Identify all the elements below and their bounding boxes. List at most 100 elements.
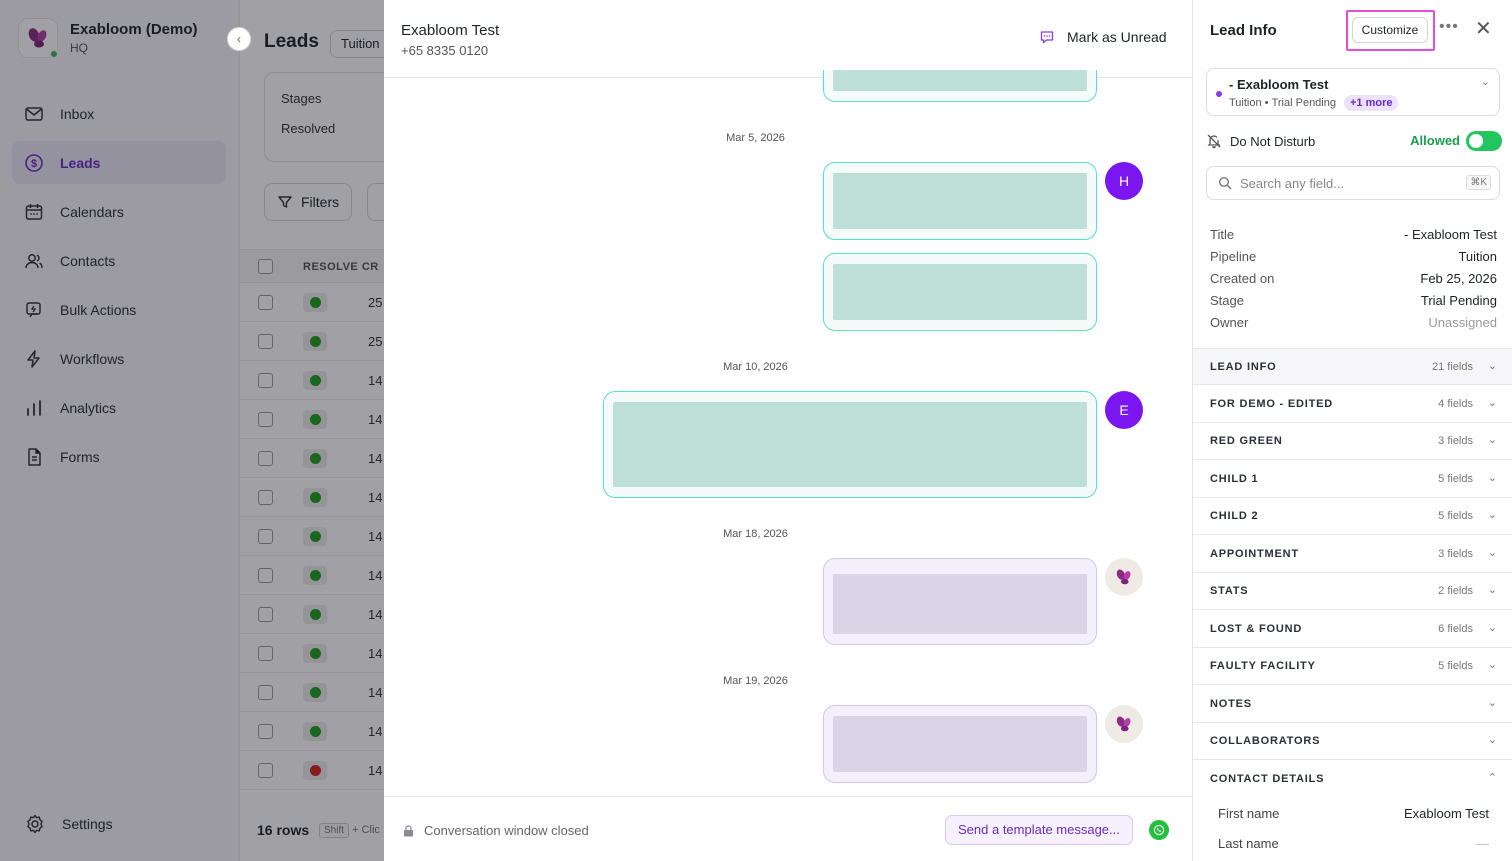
chevron-down-icon: ⌄ [1487, 696, 1497, 709]
conversation-footer: Conversation window closed Send a templa… [384, 796, 1192, 861]
section-for-demo-edited[interactable]: FOR DEMO - EDITED 4 fields ⌄ [1193, 386, 1512, 423]
section-title: STATS [1210, 585, 1249, 597]
field-row[interactable]: Owner Unassigned [1210, 315, 1497, 335]
field-value: - Exabloom Test [1404, 227, 1497, 242]
section-contact-details[interactable]: CONTACT DETAILS ⌃ [1193, 761, 1512, 798]
close-icon[interactable]: ✕ [1475, 16, 1492, 41]
section-title: CHILD 2 [1210, 510, 1259, 522]
mark-as-unread-button[interactable]: Mark as Unread [1039, 29, 1167, 45]
conversation-closed-note: Conversation window closed [403, 823, 589, 838]
contact-phone: +65 8335 0120 [401, 43, 489, 58]
field-row[interactable]: Stage Trial Pending [1210, 293, 1497, 313]
section-appointment[interactable]: APPOINTMENT 3 fields ⌄ [1193, 536, 1512, 573]
field-label: Last name [1218, 836, 1279, 851]
field-value: Trial Pending [1420, 293, 1497, 308]
phone-icon [1153, 824, 1165, 836]
field-row[interactable]: Pipeline Tuition [1210, 249, 1497, 269]
chevron-down-icon: ⌄ [1487, 621, 1497, 634]
chevron-up-icon: ⌃ [1487, 771, 1497, 784]
dnd-toggle[interactable] [1466, 131, 1502, 151]
field-value: Unassigned [1428, 315, 1497, 330]
conversation-panel: Exabloom Test +65 8335 0120 Mark as Unre… [384, 0, 1192, 861]
field-label: Title [1210, 227, 1235, 242]
chevron-down-icon: ⌄ [1487, 509, 1497, 521]
chevron-down-icon: ⌄ [1487, 434, 1497, 446]
message-bubble[interactable] [823, 162, 1097, 240]
lead-subtitle: Tuition • Trial Pending +1 more [1229, 95, 1399, 111]
section-title: COLLABORATORS [1210, 735, 1321, 747]
field-label: Created on [1210, 271, 1275, 286]
section-stats[interactable]: STATS 2 fields ⌄ [1193, 573, 1512, 610]
chevron-left-icon: ‹ [237, 32, 241, 46]
section-title: RED GREEN [1210, 435, 1283, 447]
contact-field-row[interactable]: First name Exabloom Test [1218, 806, 1489, 826]
field-value: — [1476, 836, 1489, 851]
chevron-down-icon: ⌄ [1487, 584, 1497, 596]
more-options-icon[interactable]: ••• [1439, 18, 1459, 36]
sender-avatar: E [1105, 391, 1143, 429]
dnd-label: Do Not Disturb [1230, 133, 1316, 149]
contact-field-row[interactable]: Last name — [1218, 836, 1489, 856]
do-not-disturb-row: Do Not Disturb Allowed [1206, 128, 1502, 154]
search-input[interactable] [1240, 175, 1450, 191]
field-value: Tuition [1458, 249, 1497, 264]
section-title: CHILD 1 [1210, 472, 1259, 485]
message-bubble[interactable] [823, 705, 1097, 783]
chat-bubble-icon [1040, 31, 1054, 44]
section-lead-info[interactable]: LEAD INFO 21 fields ⌄ [1193, 348, 1512, 385]
section-title: APPOINTMENT [1210, 547, 1299, 560]
section-field-count: 5 fields [1438, 510, 1473, 522]
business-avatar [1105, 705, 1143, 743]
section-title: FAULTY FACILITY [1210, 660, 1316, 672]
section-lost-found[interactable]: LOST & FOUND 6 fields ⌄ [1193, 611, 1512, 648]
business-avatar [1105, 558, 1143, 596]
message-bubble[interactable] [603, 391, 1097, 498]
lead-dot [1216, 91, 1222, 97]
section-child-1[interactable]: CHILD 1 5 fields ⌄ [1193, 461, 1512, 498]
message-bubble[interactable] [823, 558, 1097, 645]
section-notes[interactable]: NOTES ⌄ [1193, 686, 1512, 723]
dnd-status: Allowed [1410, 133, 1460, 148]
more-leads-badge[interactable]: +1 more [1343, 95, 1399, 111]
collapse-sidebar-button[interactable]: ‹ [227, 27, 251, 51]
section-field-count: 6 fields [1438, 622, 1473, 635]
chevron-down-icon: ⌄ [1487, 360, 1497, 372]
section-title: FOR DEMO - EDITED [1210, 397, 1333, 410]
field-value: Feb 25, 2026 [1420, 271, 1497, 286]
conversation-header: Exabloom Test +65 8335 0120 Mark as Unre… [384, 0, 1192, 78]
bell-off-icon [1207, 134, 1221, 149]
section-field-count: 5 fields [1438, 472, 1473, 485]
search-shortcut: ⌘K [1466, 175, 1491, 190]
section-faulty-facility[interactable]: FAULTY FACILITY 5 fields ⌄ [1193, 648, 1512, 685]
date-separator: Mar 19, 2026 [723, 675, 788, 687]
field-label: First name [1218, 806, 1280, 821]
section-field-count: 5 fields [1438, 660, 1473, 672]
field-row[interactable]: Title - Exabloom Test [1210, 227, 1497, 247]
lead-selector[interactable]: - Exabloom Test Tuition • Trial Pending … [1206, 68, 1500, 116]
send-template-button[interactable]: Send a template message... [945, 815, 1133, 845]
field-search[interactable]: ⌘K [1206, 166, 1500, 200]
message-bubble[interactable] [823, 70, 1097, 102]
exabloom-logo-icon [1116, 569, 1131, 585]
customize-button[interactable]: Customize [1352, 17, 1428, 43]
message-bubble[interactable] [823, 253, 1097, 331]
section-title: LEAD INFO [1210, 361, 1277, 373]
section-field-count: 4 fields [1438, 397, 1473, 410]
section-title: CONTACT DETAILS [1210, 772, 1325, 785]
section-child-2[interactable]: CHILD 2 5 fields ⌄ [1193, 498, 1512, 535]
lock-icon [404, 824, 413, 836]
section-red-green[interactable]: RED GREEN 3 fields ⌄ [1193, 423, 1512, 460]
whatsapp-icon[interactable] [1149, 820, 1169, 840]
chevron-down-icon: ⌄ [1487, 734, 1497, 746]
lead-info-panel: Lead Info Customize ••• ✕ - Exabloom Tes… [1192, 0, 1512, 861]
field-row[interactable]: Created on Feb 25, 2026 [1210, 271, 1497, 291]
search-icon [1218, 176, 1232, 190]
chevron-down-icon: ⌄ [1487, 396, 1497, 409]
chevron-down-icon: ⌄ [1487, 546, 1497, 559]
section-collaborators[interactable]: COLLABORATORS ⌄ [1193, 723, 1512, 760]
section-title: LOST & FOUND [1210, 622, 1303, 635]
section-field-count: 2 fields [1438, 585, 1473, 597]
section-title: NOTES [1210, 697, 1252, 710]
exabloom-logo-icon [1116, 716, 1131, 732]
field-label: Stage [1210, 293, 1244, 308]
